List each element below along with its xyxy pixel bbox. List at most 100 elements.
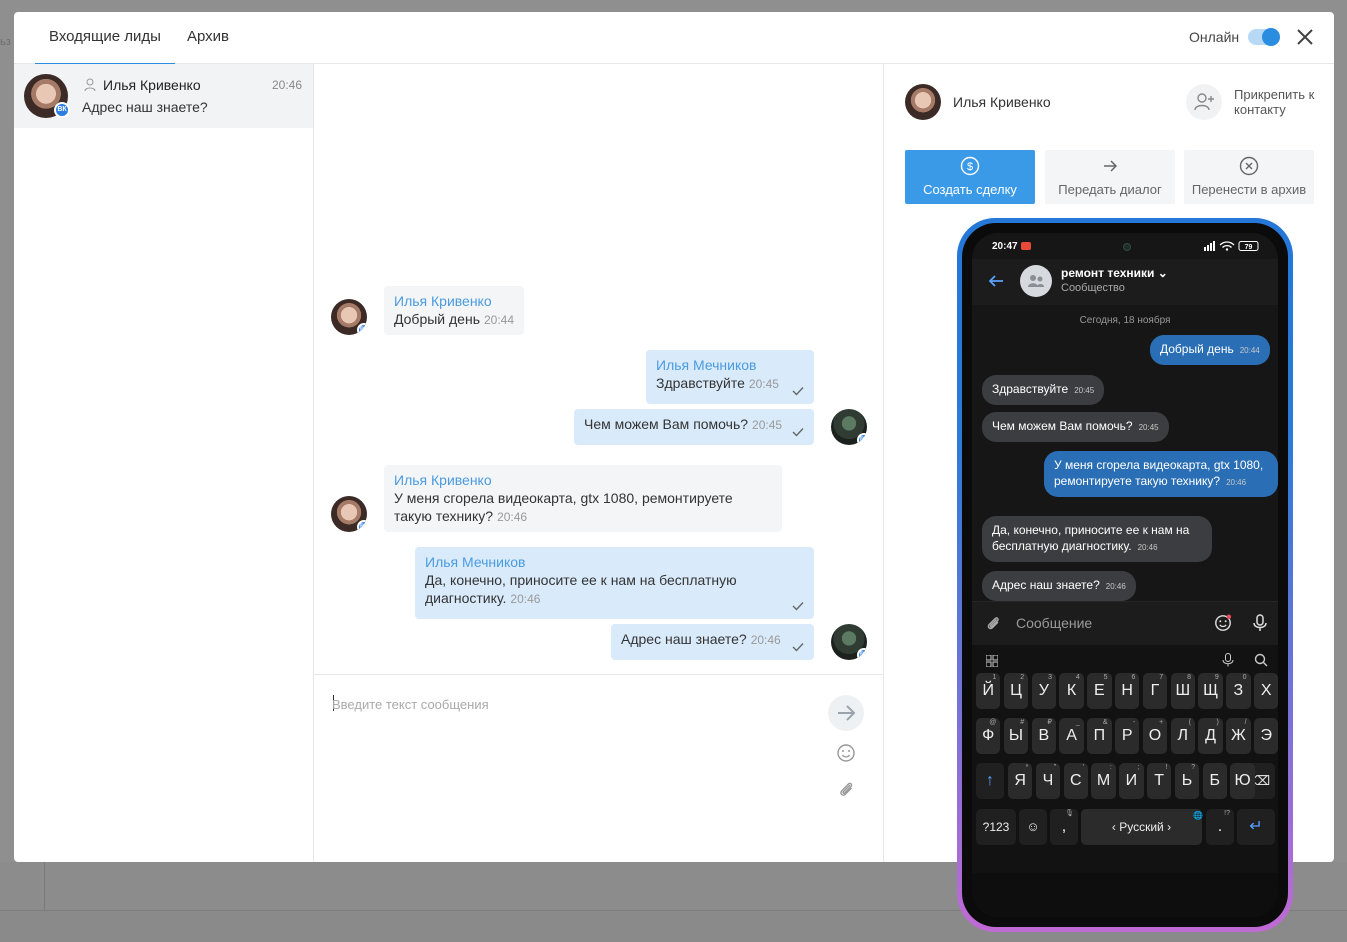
online-toggle[interactable] bbox=[1248, 28, 1280, 46]
comma-key[interactable]: 🎙, bbox=[1050, 809, 1078, 845]
keyboard-key[interactable]: * Я bbox=[1008, 763, 1033, 799]
person-icon bbox=[84, 78, 96, 92]
language-prev-icon: ‹ bbox=[1111, 820, 1116, 834]
signal-wifi-battery-icon: 79 bbox=[1204, 241, 1259, 251]
community-name[interactable]: ремонт техники ⌄ bbox=[1061, 266, 1168, 280]
space-language-label: Русский bbox=[1119, 820, 1164, 834]
keyboard-key[interactable]: ' С bbox=[1063, 763, 1088, 799]
sticker-icon[interactable] bbox=[1214, 614, 1232, 632]
message-time: 20:46 bbox=[1226, 478, 1247, 487]
keyboard-key[interactable]: # Ы bbox=[1003, 718, 1029, 754]
key-label: Ь bbox=[1181, 772, 1193, 789]
key-secondary-label: ) bbox=[1216, 719, 1219, 726]
keyboard-key[interactable]: Б bbox=[1202, 763, 1227, 799]
key-secondary-label: 7 bbox=[1159, 674, 1164, 681]
phone-message-input[interactable]: Сообщение bbox=[972, 601, 1278, 645]
key-label: Ю bbox=[1234, 772, 1251, 789]
battery-level: 79 bbox=[1245, 244, 1253, 251]
keyboard-key[interactable]: & П bbox=[1087, 718, 1112, 754]
phone-screen: 20:47 79 ремонт техники ⌄ Сообщество Сег… bbox=[972, 233, 1278, 917]
key-label: И bbox=[1125, 772, 1138, 789]
close-icon[interactable] bbox=[1294, 26, 1316, 48]
paperclip-icon[interactable] bbox=[984, 614, 1002, 632]
keyboard-key[interactable]: 7Г bbox=[1142, 673, 1168, 709]
keyboard-key[interactable]: 1Й bbox=[976, 673, 1001, 709]
message-author: Илья Мечников bbox=[425, 554, 526, 570]
mic-sub-icon: 🎙 bbox=[1065, 810, 1074, 817]
phone-navigation-bar bbox=[972, 873, 1278, 917]
send-button[interactable] bbox=[828, 695, 864, 731]
keyboard-key[interactable]: 8Ш bbox=[1170, 673, 1195, 709]
keyboard-key[interactable]: :М bbox=[1091, 763, 1116, 799]
tab-incoming-leads[interactable]: Входящие лиды bbox=[35, 12, 175, 65]
vk-badge-icon: ВК bbox=[357, 323, 367, 335]
message-bubble-outgoing: Илья Мечников Здравствуйте 20:45 bbox=[646, 350, 814, 404]
message-text: Чем можем Вам помочь? bbox=[584, 416, 749, 432]
list-item[interactable]: ВК Илья Кривенко 20:46 Адрес наш знаете? bbox=[14, 64, 313, 128]
keyboard-key[interactable]: (Л bbox=[1170, 718, 1195, 754]
attach-to-contact-button[interactable]: Прикрепить к контакту bbox=[1186, 84, 1326, 124]
keyboard-key[interactable]: + О bbox=[1142, 718, 1168, 754]
dollar-circle-icon: $ bbox=[960, 156, 980, 176]
microphone-icon[interactable] bbox=[1252, 614, 1268, 632]
keyboard-key[interactable]: Э bbox=[1254, 718, 1278, 754]
shift-key[interactable]: ↑ bbox=[976, 763, 1004, 799]
paperclip-icon[interactable] bbox=[836, 779, 856, 799]
keyboard-key[interactable]: 0З bbox=[1226, 673, 1251, 709]
message-bubble-outgoing: Илья Мечников Да, конечно, приносите ее к… bbox=[415, 547, 814, 619]
key-label: В bbox=[1038, 727, 1050, 744]
message-time: 20:44 bbox=[1239, 346, 1260, 355]
key-secondary-label: " bbox=[1053, 764, 1057, 771]
back-arrow-icon[interactable] bbox=[988, 273, 1004, 289]
keyboard-key[interactable]: " Ч bbox=[1035, 763, 1061, 799]
create-deal-button[interactable]: $ Создать сделку bbox=[905, 150, 1035, 204]
phone-bezel: 20:47 79 ремонт техники ⌄ Сообщество Сег… bbox=[962, 223, 1288, 927]
key-label: У bbox=[1038, 682, 1049, 699]
message-composer bbox=[314, 674, 883, 862]
enter-key[interactable]: ↵ bbox=[1237, 809, 1275, 845]
emoji-key[interactable]: ☺ bbox=[1019, 809, 1047, 845]
key-label: Ч bbox=[1042, 772, 1054, 789]
move-to-archive-button[interactable]: Перенести в архив bbox=[1184, 150, 1314, 204]
date-separator: Сегодня, 18 ноября bbox=[1079, 315, 1171, 326]
key-secondary-label: ? bbox=[1191, 764, 1196, 771]
emoji-icon[interactable] bbox=[836, 743, 856, 763]
keyboard-key[interactable]: _ А bbox=[1059, 718, 1084, 754]
keyboard-key[interactable]: ; И bbox=[1119, 763, 1144, 799]
keyboard-key[interactable]: 4К bbox=[1059, 673, 1084, 709]
keyboard-key[interactable]: Х bbox=[1254, 673, 1278, 709]
keyboard-key[interactable]: 3У bbox=[1031, 673, 1056, 709]
keyboard-key[interactable]: ! Т bbox=[1147, 763, 1172, 799]
key-secondary-label: ! bbox=[1165, 764, 1168, 771]
message-text: Здравствуйте bbox=[992, 382, 1069, 396]
keyboard-key[interactable]: ₽ В bbox=[1031, 718, 1056, 754]
keyboard-key[interactable]: -Р bbox=[1115, 718, 1140, 754]
vk-badge-icon: ВК bbox=[857, 433, 867, 445]
community-avatar bbox=[1020, 265, 1052, 297]
keyboard-key[interactable]: / Ж bbox=[1226, 718, 1251, 754]
key-label: Ы bbox=[1008, 727, 1024, 744]
microphone-icon[interactable] bbox=[1222, 653, 1234, 667]
keyboard-key[interactable]: ? Ь bbox=[1174, 763, 1200, 799]
keyboard-key[interactable]: 9Щ bbox=[1198, 673, 1223, 709]
keyboard-key[interactable]: 5Е bbox=[1087, 673, 1112, 709]
search-icon[interactable] bbox=[1254, 653, 1268, 667]
transfer-dialog-button[interactable]: Передать диалог bbox=[1045, 150, 1175, 204]
keyboard-key[interactable]: @ Ф bbox=[976, 718, 1001, 754]
keyboard-key[interactable]: 2Ц bbox=[1003, 673, 1029, 709]
keyboard-key[interactable]: Ю bbox=[1230, 763, 1255, 799]
phone-input-placeholder: Сообщение bbox=[1016, 615, 1093, 631]
keyboard-key[interactable]: 6Н bbox=[1115, 673, 1140, 709]
modal-header: Входящие лиды Архив Онлайн bbox=[14, 12, 1334, 65]
apps-grid-icon[interactable] bbox=[986, 655, 998, 667]
phone-message-incoming: Адрес наш знаете? 20:46 bbox=[982, 571, 1136, 601]
message-input[interactable] bbox=[332, 693, 812, 715]
attach-to-contact-label: Прикрепить к контакту bbox=[1234, 87, 1315, 117]
space-key[interactable]: ‹ Русский › bbox=[1081, 809, 1202, 845]
key-secondary-label: 9 bbox=[1214, 674, 1219, 681]
tab-archive[interactable]: Архив bbox=[187, 12, 229, 64]
period-key[interactable]: !?. bbox=[1206, 809, 1234, 845]
symbols-key[interactable]: ?123 bbox=[976, 809, 1016, 845]
status-time: 20:47 bbox=[992, 241, 1018, 252]
keyboard-key[interactable]: ) Д bbox=[1198, 718, 1223, 754]
